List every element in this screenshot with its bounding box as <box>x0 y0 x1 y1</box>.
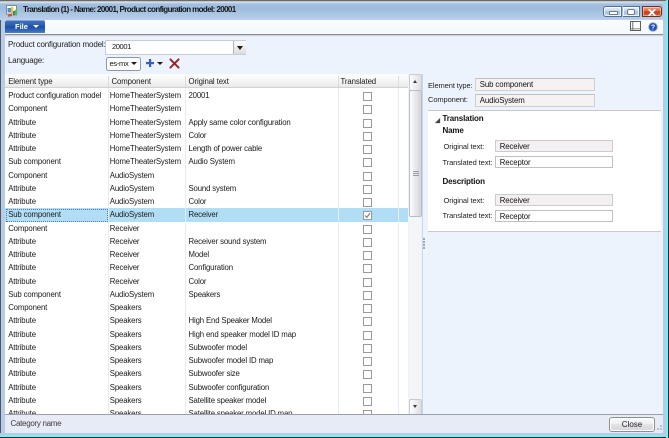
svg-text:?: ? <box>650 24 654 31</box>
